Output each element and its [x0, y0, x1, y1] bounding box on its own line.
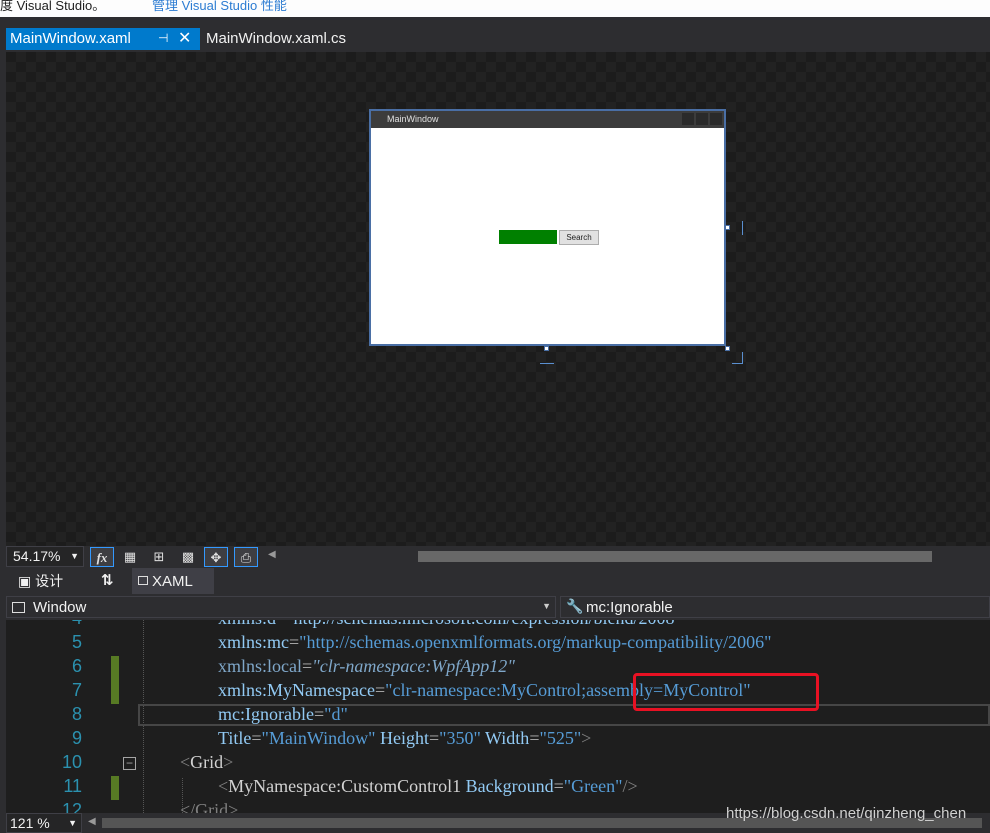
- xaml-label: XAML: [152, 573, 193, 590]
- element-name: Window: [33, 599, 87, 616]
- chevron-down-icon: ▼: [542, 601, 551, 611]
- document-tab-strip: MainWindow.xaml ⊣ ✕ MainWindow.xaml.cs: [0, 17, 990, 69]
- designer-toolbar: 54.17% ▼ fx ▦ ⊞ ▩ ✥ ⎙ ◀: [6, 546, 990, 568]
- code-line: 10 − <Grid>: [6, 752, 990, 776]
- code-line: 4 xmlns:d="http://schemas.microsoft.com/…: [6, 620, 990, 632]
- code-line: 11 <MyNamespace:CustomControl1 Backgroun…: [6, 776, 990, 800]
- line-number: 7: [71, 680, 82, 700]
- pin-icon[interactable]: ⊣: [158, 31, 168, 45]
- artboard-icon[interactable]: ⎙: [234, 547, 258, 567]
- code-line: 7 xmlns:MyNamespace="clr-namespace:MyCon…: [6, 680, 990, 704]
- code-text: <MyNamespace:CustomControl1 Background="…: [218, 776, 638, 796]
- code-text: <Grid>: [180, 752, 234, 772]
- size-guide-corner-v: [742, 352, 743, 364]
- change-marker: [111, 656, 119, 680]
- code-text: Title="MainWindow" Height="350" Width="5…: [218, 728, 592, 748]
- code-text: xmlns:d="http://schemas.microsoft.com/ex…: [218, 620, 682, 629]
- line-number: 9: [71, 728, 82, 748]
- code-line: 6 xmlns:local="clr-namespace:WpfApp12": [6, 656, 990, 680]
- split-view-tabs: ▣ 设计 ⇅ XAML: [6, 568, 990, 594]
- minimize-icon: [682, 113, 694, 125]
- xaml-code-editor[interactable]: 4 xmlns:d="http://schemas.microsoft.com/…: [6, 620, 990, 813]
- tab-label: MainWindow.xaml: [10, 30, 131, 47]
- chevron-down-icon: ▼: [70, 551, 79, 561]
- line-number: 5: [71, 632, 82, 652]
- change-marker: [111, 776, 119, 800]
- search-button[interactable]: Search: [559, 230, 599, 245]
- window-icon: [12, 602, 25, 613]
- line-number: 10: [61, 752, 82, 772]
- collapse-icon[interactable]: −: [123, 757, 136, 770]
- xaml-icon: [138, 576, 148, 585]
- grid-icon[interactable]: ▦: [118, 547, 142, 567]
- editor-zoom-value: 121 %: [10, 815, 50, 831]
- snap-lines-icon[interactable]: ✥: [204, 547, 228, 567]
- code-text: </Grid>: [180, 800, 239, 813]
- line-number: 4: [6, 620, 82, 629]
- horizontal-scrollbar-thumb[interactable]: [418, 551, 932, 562]
- code-text: xmlns:local="clr-namespace:WpfApp12": [218, 656, 515, 676]
- close-icon[interactable]: ✕: [178, 28, 191, 48]
- design-label: 设计: [35, 573, 64, 589]
- tab-design[interactable]: ▣ 设计: [18, 571, 63, 591]
- snap-grid-icon[interactable]: ⊞: [147, 547, 171, 567]
- member-name: mc:Ignorable: [586, 599, 673, 616]
- code-line: 8 mc:Ignorable="d": [6, 704, 990, 728]
- wpf-window-titlebar: MainWindow: [371, 111, 724, 128]
- custom-control-green[interactable]: [499, 230, 557, 244]
- chevron-down-icon: ▼: [68, 818, 77, 828]
- tab-xaml[interactable]: XAML: [132, 568, 214, 594]
- manage-performance-link[interactable]: 管理 Visual Studio 性能: [152, 0, 287, 14]
- fx-icon[interactable]: fx: [90, 547, 114, 567]
- window-close-icon: [710, 113, 722, 125]
- change-marker: [111, 680, 119, 704]
- scroll-left-icon[interactable]: ◀: [268, 549, 276, 560]
- info-bar: 度 Visual Studio。 管理 Visual Studio 性能: [0, 0, 990, 17]
- size-guide-bottom: [540, 363, 554, 364]
- line-number: 6: [71, 656, 82, 676]
- wpf-window-preview[interactable]: MainWindow Search: [369, 109, 726, 346]
- line-number: 11: [63, 776, 82, 796]
- resize-handle-corner[interactable]: [725, 346, 730, 351]
- watermark: https://blog.csdn.net/qinzheng_chen: [726, 805, 967, 822]
- code-text: mc:Ignorable="d": [218, 704, 348, 724]
- scroll-left-icon[interactable]: ◀: [88, 816, 96, 827]
- code-line: 5 xmlns:mc="http://schemas.openxmlformat…: [6, 632, 990, 656]
- editor-zoom-dropdown[interactable]: 121 % ▼: [6, 813, 82, 833]
- highlight-annotation-box: [633, 673, 819, 711]
- resize-handle-bottom[interactable]: [544, 346, 549, 351]
- wpf-window-title: MainWindow: [387, 114, 439, 124]
- code-line: 9 Title="MainWindow" Height="350" Width=…: [6, 728, 990, 752]
- code-text: xmlns:mc="http://schemas.openxmlformats.…: [218, 632, 772, 652]
- zoom-value: 54.17%: [13, 548, 61, 564]
- line-number: 8: [71, 704, 82, 724]
- tab-mainwindow-xaml-cs[interactable]: MainWindow.xaml.cs: [206, 30, 346, 47]
- resize-handle-right[interactable]: [725, 225, 730, 230]
- line-number: 12: [61, 800, 82, 813]
- element-dropdown[interactable]: Window ▼: [6, 596, 556, 618]
- checkerboard-icon[interactable]: ▩: [176, 547, 200, 567]
- size-guide-right: [742, 221, 743, 235]
- maximize-icon: [696, 113, 708, 125]
- navigation-bar: Window ▼ 🔧 mc:Ignorable: [6, 594, 990, 620]
- zoom-dropdown[interactable]: 54.17% ▼: [6, 546, 84, 567]
- info-text: 度 Visual Studio。: [0, 0, 106, 13]
- swap-panes-icon[interactable]: ⇅: [101, 571, 114, 589]
- wrench-icon: 🔧: [566, 598, 584, 614]
- member-dropdown[interactable]: 🔧 mc:Ignorable: [560, 596, 990, 618]
- tab-mainwindow-xaml[interactable]: MainWindow.xaml ⊣ ✕: [6, 28, 200, 50]
